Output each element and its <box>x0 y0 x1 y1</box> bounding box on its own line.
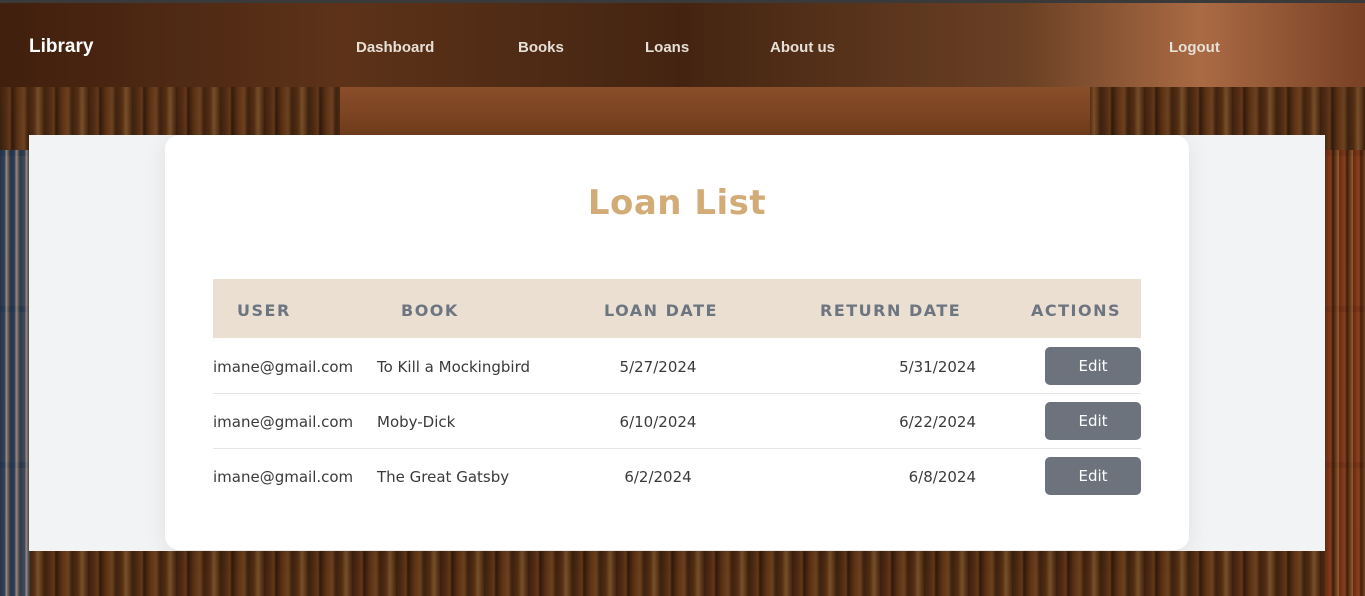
page-title-wrapper: Loan List <box>165 183 1189 223</box>
cell-return-date: 5/31/2024 <box>899 358 976 376</box>
edit-button[interactable]: Edit <box>1045 347 1141 385</box>
table-header-row: USER BOOK LOAN DATE RETURN DATE ACTIONS <box>213 279 1141 338</box>
nav-link-dashboard[interactable]: Dashboard <box>356 39 434 56</box>
column-header-return-date: RETURN DATE <box>820 301 962 320</box>
column-header-loan-date: LOAN DATE <box>604 301 718 320</box>
table-row: imane@gmail.com Moby-Dick 6/10/2024 6/22… <box>213 394 1141 449</box>
cell-user: imane@gmail.com <box>213 413 354 431</box>
table-row: imane@gmail.com To Kill a Mockingbird 5/… <box>213 339 1141 394</box>
background-bookshelf-left <box>0 150 30 596</box>
page-title: Loan List <box>587 183 767 223</box>
table-row: imane@gmail.com The Great Gatsby 6/2/202… <box>213 449 1141 504</box>
cell-loan-date: 5/27/2024 <box>619 358 697 376</box>
brand-logo[interactable]: Library <box>29 36 93 58</box>
cell-book: The Great Gatsby <box>377 468 510 486</box>
top-navbar: Library Dashboard Books Loans About us L… <box>0 0 1365 87</box>
column-header-book: BOOK <box>401 301 459 320</box>
column-header-actions: ACTIONS <box>1031 301 1122 320</box>
cell-return-date: 6/8/2024 <box>908 468 976 486</box>
cell-return-date: 6/22/2024 <box>899 413 976 431</box>
cell-book: To Kill a Mockingbird <box>377 358 530 376</box>
cell-book: Moby-Dick <box>377 413 456 431</box>
background-bookshelf-right <box>1325 150 1365 596</box>
cell-loan-date: 6/10/2024 <box>619 413 697 431</box>
cell-loan-date: 6/2/2024 <box>624 468 692 486</box>
edit-button[interactable]: Edit <box>1045 457 1141 495</box>
nav-link-about-us[interactable]: About us <box>770 39 835 56</box>
cell-user: imane@gmail.com <box>213 468 354 486</box>
edit-button[interactable]: Edit <box>1045 402 1141 440</box>
cell-user: imane@gmail.com <box>213 358 354 376</box>
column-header-user: USER <box>237 301 291 320</box>
nav-link-loans[interactable]: Loans <box>645 39 689 56</box>
nav-link-books[interactable]: Books <box>518 39 564 56</box>
logout-link[interactable]: Logout <box>1169 39 1220 56</box>
